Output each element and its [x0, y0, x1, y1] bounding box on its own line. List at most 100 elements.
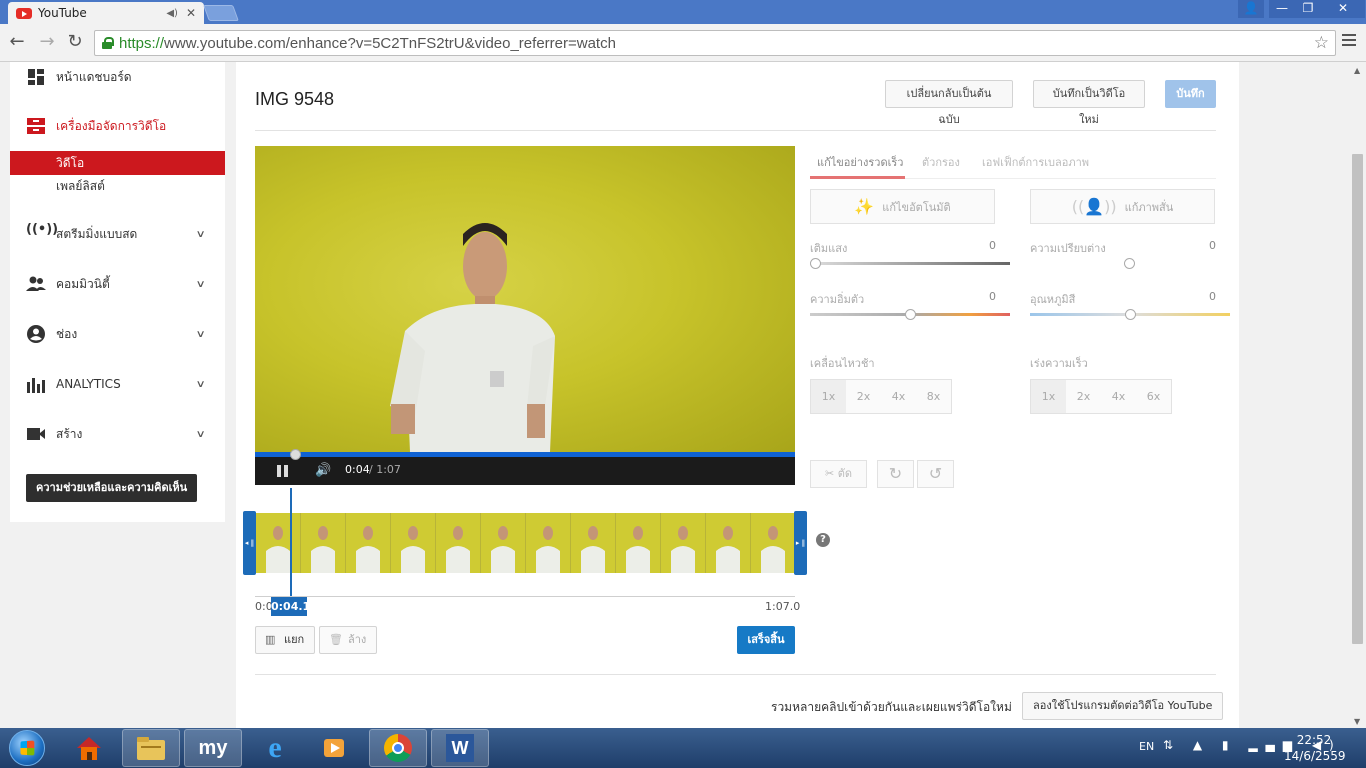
video-editor: IMG 9548 เปลี่ยนกลับเป็นต้นฉบับ บันทึกเป… [236, 62, 1239, 728]
slow-4x-button[interactable]: 4x [881, 380, 916, 413]
sidebar-item-videos[interactable]: วิดีโอ [10, 151, 225, 175]
trim-handle-left[interactable]: ◂ ‖ ◂ [243, 511, 256, 611]
fill-light-slider[interactable] [810, 258, 1010, 269]
sidebar-item-playlists[interactable]: เพลย์ลิสต์ [10, 174, 225, 198]
scroll-down-icon[interactable]: ▼ [1354, 717, 1360, 726]
youtube-favicon-icon [16, 7, 32, 19]
tab-quick-fixes[interactable]: แก้ไขอย่างรวดเร็ว [817, 153, 903, 171]
filmstrip-frame [751, 513, 796, 573]
close-window-button[interactable]: ✕ [1321, 0, 1365, 18]
clear-label: ล้าง [348, 633, 367, 646]
trim-handle-right[interactable]: ▸ ‖ ▸ [794, 511, 807, 611]
start-button[interactable] [9, 730, 45, 766]
chrome-icon[interactable] [369, 729, 427, 767]
sidebar-item-analytics[interactable]: ANALYTICS ∨ [10, 369, 225, 399]
chevron-down-icon: ∨ [195, 428, 206, 440]
slow-2x-button[interactable]: 2x [846, 380, 881, 413]
filmstrip-frame [526, 513, 571, 573]
user-icon[interactable]: 👤 [1238, 0, 1264, 18]
filmstrip-frame [436, 513, 481, 573]
sidebar-item-community[interactable]: คอมมิวนิตี้ ∨ [10, 269, 225, 299]
timelapse-6x-button[interactable]: 6x [1136, 380, 1171, 413]
menu-icon[interactable] [1342, 34, 1356, 50]
sidebar-item-live[interactable]: ((•)) สตรีมมิ่งแบบสด ∨ [10, 219, 225, 249]
filmstrip-frame [346, 513, 391, 573]
clock-date: 14/6/2559 [1284, 749, 1346, 763]
revert-to-original-button[interactable]: เปลี่ยนกลับเป็นต้นฉบับ [885, 80, 1013, 126]
minimize-button[interactable]: — [1269, 0, 1295, 18]
temperature-knob[interactable] [1124, 309, 1136, 320]
speaker-icon: ◀) [166, 7, 178, 19]
fill-light-knob[interactable] [810, 258, 821, 269]
try-video-editor-button[interactable]: ลองใช้โปรแกรมตัดต่อวิดีโอ YouTube [1022, 692, 1224, 720]
community-icon [26, 276, 46, 291]
saturation-slider[interactable] [810, 309, 1010, 320]
explorer-icon[interactable] [122, 729, 180, 767]
active-tab-indicator [810, 176, 905, 179]
clock[interactable]: 22:52 14/6/2559 [1284, 732, 1346, 764]
saturation-knob[interactable] [904, 309, 916, 320]
slow-8x-button[interactable]: 8x [916, 380, 951, 413]
sidebar-item-label: ANALYTICS [56, 377, 121, 391]
ie-icon[interactable]: e [246, 729, 304, 767]
trim-filmstrip[interactable]: ◂ ‖ ◂ ▸ ‖ ▸ [243, 511, 807, 611]
save-button[interactable]: บันทึก [1165, 80, 1216, 108]
analytics-bars-icon [27, 378, 45, 393]
sidebar-item-channel[interactable]: ช่อง ∨ [10, 319, 225, 349]
temperature-slider[interactable] [1030, 309, 1230, 320]
scrollbar-thumb[interactable] [1352, 154, 1363, 644]
tab-close-icon[interactable]: ✕ [186, 6, 196, 20]
scroll-up-icon[interactable]: ▲ [1354, 66, 1360, 75]
done-button[interactable]: เสร็จสิ้น [737, 626, 795, 654]
home-icon[interactable] [60, 729, 118, 767]
reload-icon[interactable]: ↻ [64, 32, 86, 54]
my-icon[interactable]: my [184, 729, 242, 767]
stabilize-button[interactable]: ((👤)) แก้ภาพสั่น [1030, 189, 1215, 224]
live-broadcast-icon: ((•)) [26, 222, 59, 237]
trim-label: ตัด [837, 467, 852, 480]
help-question-icon[interactable]: ? [816, 533, 830, 547]
tab-blur-effects[interactable]: เอฟเฟ็กต์การเบลอภาพ [982, 153, 1089, 171]
help-feedback-button[interactable]: ความช่วยเหลือและความคิดเห็น [26, 474, 198, 502]
page-scrollbar[interactable]: ▲ ▼ [1350, 62, 1366, 728]
rotate-left-button[interactable]: ↺ [917, 460, 954, 488]
contrast-knob[interactable] [1123, 258, 1135, 269]
new-tab-button[interactable] [203, 5, 239, 21]
playhead[interactable] [290, 488, 292, 600]
slow-1x-button[interactable]: 1x [811, 380, 846, 413]
timelapse-1x-button[interactable]: 1x [1031, 380, 1066, 413]
split-button[interactable]: ▥ แยก [255, 626, 316, 654]
timelapse-4x-button[interactable]: 4x [1101, 380, 1136, 413]
media-player-icon[interactable] [306, 729, 364, 767]
star-icon[interactable]: ☆ [1314, 33, 1329, 53]
sidebar-item-label: สร้าง [56, 426, 83, 441]
forward-icon[interactable]: → [36, 32, 58, 54]
progress-knob[interactable] [290, 449, 301, 460]
sidebar-item-video-manager[interactable]: เครื่องมือจัดการวิดีโอ [10, 111, 225, 141]
language-indicator[interactable]: EN [1139, 740, 1154, 753]
footer-divider [255, 674, 1216, 675]
sidebar-item-dashboard[interactable]: หน้าแดชบอร์ด [10, 62, 225, 92]
save-as-new-button[interactable]: บันทึกเป็นวิดีโอใหม่ [1033, 80, 1145, 126]
rotate-right-button[interactable]: ↻ [877, 460, 914, 488]
auto-fix-button[interactable]: ✨ แก้ไขอัตโนมัติ [810, 189, 995, 224]
restore-button[interactable]: ❐ [1295, 0, 1321, 18]
volume-icon[interactable]: 🔊 [315, 463, 331, 478]
contrast-slider[interactable] [1030, 258, 1228, 269]
progress-bar[interactable] [255, 449, 795, 460]
sidebar-item-create[interactable]: สร้าง ∨ [10, 419, 225, 449]
tab-filters[interactable]: ตัวกรอง [922, 153, 960, 171]
trim-button[interactable]: ✂ ตัด [810, 460, 867, 488]
timelapse-label: เร่งความเร็ว [1030, 357, 1088, 370]
header-divider [255, 130, 1216, 131]
clear-button[interactable]: 🗑 ล้าง [319, 626, 378, 654]
clock-time: 22:52 [1296, 733, 1332, 747]
back-icon[interactable]: ← [6, 32, 28, 54]
browser-tab[interactable]: YouTube ◀) ✕ [8, 2, 204, 24]
word-icon[interactable]: W [431, 729, 489, 767]
timelapse-2x-button[interactable]: 2x [1066, 380, 1101, 413]
video-frame[interactable] [255, 146, 795, 452]
video-player[interactable]: 🔊 0:04 / 1:07 [255, 146, 795, 485]
pause-icon[interactable] [277, 465, 289, 477]
address-bar[interactable]: https://www.youtube.com/enhance?v=5C2TnF… [94, 30, 1336, 56]
